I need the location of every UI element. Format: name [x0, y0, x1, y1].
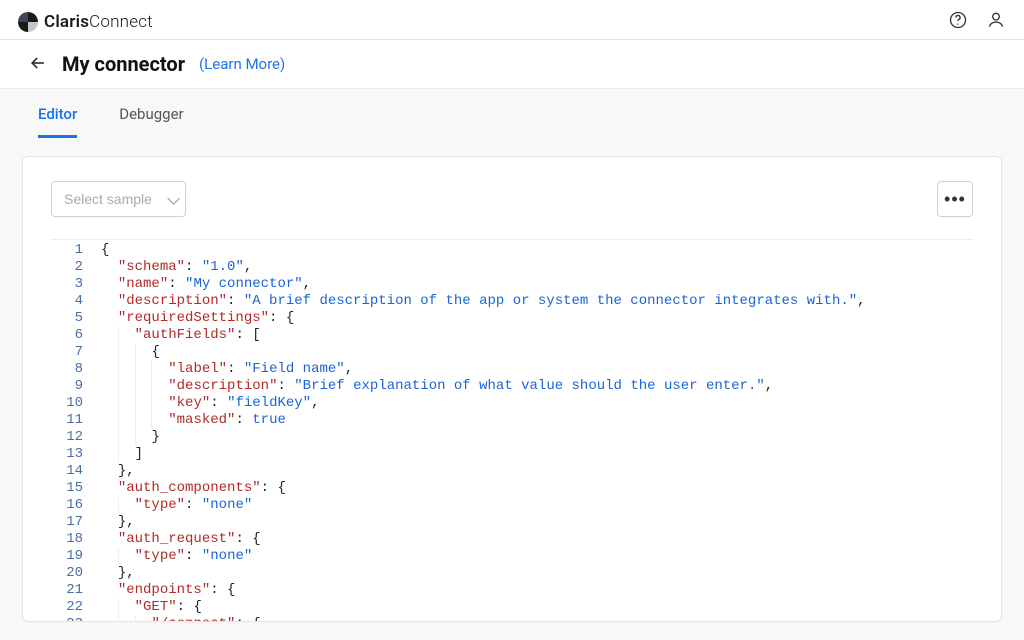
topbar: ClarisConnect: [0, 0, 1024, 40]
line-number: 23: [51, 616, 101, 622]
line-number: 8: [51, 361, 101, 378]
brand-text: ClarisConnect: [44, 12, 153, 32]
line-number: 15: [51, 480, 101, 497]
back-button[interactable]: [28, 53, 48, 76]
code-line[interactable]: "requiredSettings": {: [101, 310, 973, 327]
code-line[interactable]: "description": "Brief explanation of wha…: [101, 378, 973, 395]
code-line[interactable]: "authFields": [: [101, 327, 973, 344]
code-line[interactable]: "GET": {: [101, 599, 973, 616]
code-line[interactable]: "schema": "1.0",: [101, 259, 973, 276]
code-line[interactable]: "masked": true: [101, 412, 973, 429]
code-editor[interactable]: 1234567891011121314151617181920212223 { …: [51, 239, 973, 622]
line-number: 14: [51, 463, 101, 480]
brand-part2: Connect: [89, 12, 153, 32]
tabs: Editor Debugger: [20, 89, 1004, 138]
card-area: Select sample ••• 1234567891011121314151…: [0, 138, 1024, 640]
line-number: 3: [51, 276, 101, 293]
arrow-left-icon: [28, 53, 48, 76]
line-number: 19: [51, 548, 101, 565]
code-line[interactable]: "label": "Field name",: [101, 361, 973, 378]
sample-select[interactable]: Select sample: [51, 181, 186, 217]
code-line[interactable]: "/connect": {: [101, 616, 973, 622]
line-number: 11: [51, 412, 101, 429]
code-line[interactable]: "type": "none": [101, 548, 973, 565]
line-number: 4: [51, 293, 101, 310]
learn-more-link[interactable]: (Learn More): [199, 55, 285, 73]
user-icon: [986, 10, 1006, 33]
code-line[interactable]: },: [101, 565, 973, 582]
line-number: 5: [51, 310, 101, 327]
line-number: 10: [51, 395, 101, 412]
code-line[interactable]: ]: [101, 446, 973, 463]
line-number: 13: [51, 446, 101, 463]
code-line[interactable]: "auth_components": {: [101, 480, 973, 497]
code-line[interactable]: },: [101, 514, 973, 531]
topbar-actions: [948, 10, 1006, 33]
line-number: 7: [51, 344, 101, 361]
title-row: My connector (Learn More): [0, 40, 1024, 89]
code-line[interactable]: {: [101, 242, 973, 259]
tab-editor[interactable]: Editor: [38, 89, 77, 138]
page-title: My connector: [62, 52, 185, 76]
code-line[interactable]: "key": "fieldKey",: [101, 395, 973, 412]
line-number: 21: [51, 582, 101, 599]
code-line[interactable]: {: [101, 344, 973, 361]
code-line[interactable]: }: [101, 429, 973, 446]
account-button[interactable]: [986, 10, 1006, 33]
line-number: 2: [51, 259, 101, 276]
card-toolbar: Select sample •••: [51, 181, 973, 217]
editor-card: Select sample ••• 1234567891011121314151…: [22, 156, 1002, 622]
code-line[interactable]: "type": "none": [101, 497, 973, 514]
tab-debugger[interactable]: Debugger: [119, 89, 183, 138]
line-number: 22: [51, 599, 101, 616]
line-number: 18: [51, 531, 101, 548]
tabs-area: Editor Debugger: [0, 89, 1024, 138]
line-number: 16: [51, 497, 101, 514]
more-actions-button[interactable]: •••: [937, 181, 973, 217]
brand-part1: Claris: [44, 12, 89, 32]
help-button[interactable]: [948, 10, 968, 33]
help-icon: [948, 10, 968, 33]
more-icon: •••: [944, 189, 966, 210]
line-number: 6: [51, 327, 101, 344]
brand-logo-icon: [18, 12, 38, 32]
code-line[interactable]: "auth_request": {: [101, 531, 973, 548]
code-content[interactable]: { "schema": "1.0", "name": "My connector…: [101, 240, 973, 622]
line-number: 17: [51, 514, 101, 531]
line-number: 12: [51, 429, 101, 446]
line-gutter: 1234567891011121314151617181920212223: [51, 240, 101, 622]
code-line[interactable]: "name": "My connector",: [101, 276, 973, 293]
sample-select-wrap: Select sample: [51, 181, 186, 217]
code-line[interactable]: "description": "A brief description of t…: [101, 293, 973, 310]
code-line[interactable]: },: [101, 463, 973, 480]
brand: ClarisConnect: [18, 12, 153, 32]
line-number: 1: [51, 242, 101, 259]
line-number: 9: [51, 378, 101, 395]
code-line[interactable]: "endpoints": {: [101, 582, 973, 599]
line-number: 20: [51, 565, 101, 582]
